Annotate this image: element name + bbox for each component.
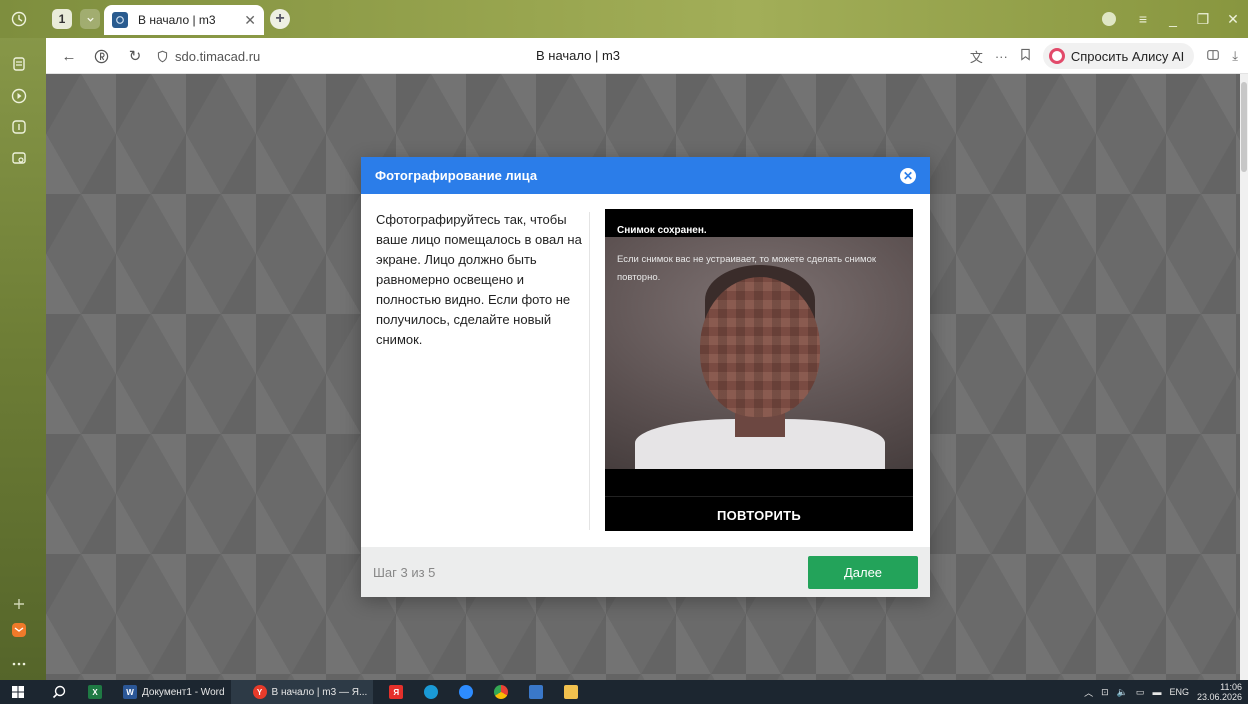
scrollbar-thumb[interactable]: [1241, 82, 1247, 172]
next-button[interactable]: Далее: [808, 555, 918, 589]
restore-icon[interactable]: ❐: [1188, 11, 1218, 28]
more-dots-icon[interactable]: ···: [995, 49, 1008, 64]
ask-alice-label: Спросить Алису AI: [1070, 48, 1185, 64]
clock-time: 11:06: [1220, 682, 1242, 692]
address-bar: ← ↻ sdo.timacad.ru В начало | m3 文 ··· С…: [46, 38, 1248, 74]
browser-tab[interactable]: В начало | m3 ✕: [104, 5, 264, 35]
camera-preview: Снимок сохранен. Если снимок вас не устр…: [605, 209, 913, 531]
chevron-down-icon: [86, 17, 94, 22]
browser-sidebar: [0, 0, 46, 680]
volume-icon[interactable]: 🔈: [1117, 687, 1128, 698]
back-arrow-icon[interactable]: ←: [60, 47, 78, 65]
display-icon[interactable]: ▭: [1136, 687, 1145, 698]
history-icon[interactable]: [9, 9, 29, 29]
tab-bar: 1 В начало | m3 ✕ + ≡ _ ❐ ✕: [0, 0, 1248, 38]
screenshot-icon[interactable]: [9, 148, 29, 168]
yandex-logo-icon[interactable]: [92, 47, 110, 65]
reading-mode-icon[interactable]: [1206, 48, 1220, 65]
tray-network-icon[interactable]: ⊡: [1101, 687, 1109, 698]
divider: [589, 212, 590, 530]
site-favicon-icon: [112, 12, 128, 28]
windows-logo-icon: [12, 686, 24, 698]
tabs-count-icon[interactable]: [9, 117, 29, 137]
pixelated-face: [700, 277, 820, 417]
zoom-taskbar-icon[interactable]: [449, 680, 484, 704]
add-panel-icon[interactable]: [9, 594, 29, 614]
battery-icon[interactable]: ▬: [1152, 687, 1161, 697]
start-button[interactable]: [0, 680, 30, 704]
yandex-browser-icon: Y: [252, 685, 267, 699]
profile-avatar[interactable]: [1102, 12, 1116, 26]
search-icon[interactable]: [30, 680, 72, 704]
mail-app-icon[interactable]: [9, 620, 29, 640]
taskbar: X W Документ1 - Word Y В начало | m3 — Я…: [0, 680, 1248, 704]
tab-counter[interactable]: 1: [52, 9, 72, 29]
step-indicator: Шаг 3 из 5: [373, 564, 436, 580]
tab-close-icon[interactable]: ✕: [244, 12, 256, 29]
page-title: В начало | m3: [536, 48, 621, 63]
browser-label: В начало | m3 — Я...: [271, 686, 368, 698]
dialog-title: Фотографирование лица: [375, 168, 538, 183]
system-tray: ︿ ⊡ 🔈 ▭ ▬ ENG 11:06 23.06.2026: [1084, 680, 1242, 704]
file-explorer-taskbar-icon[interactable]: [554, 680, 589, 704]
url-field[interactable]: sdo.timacad.ru: [156, 45, 260, 67]
dialog-footer: Шаг 3 из 5 Далее: [361, 547, 930, 597]
bookmark-icon[interactable]: [1020, 48, 1031, 64]
minimize-icon[interactable]: _: [1158, 11, 1188, 27]
edge-taskbar-icon[interactable]: [414, 680, 449, 704]
photo-status: Снимок сохранен.: [617, 225, 707, 236]
retake-button[interactable]: ПОВТОРИТЬ: [605, 499, 913, 531]
face-photo-dialog: Фотографирование лица ✕ Сфотографируйтес…: [361, 157, 930, 597]
window-controls: ≡ _ ❐ ✕: [1102, 0, 1248, 38]
collections-icon[interactable]: [9, 54, 29, 74]
word-taskbar-button[interactable]: W Документ1 - Word: [113, 680, 231, 704]
clock[interactable]: 11:06 23.06.2026: [1197, 682, 1242, 702]
reload-icon[interactable]: ↻: [126, 47, 144, 65]
dialog-body: Сфотографируйтесь так, чтобы ваше лицо п…: [361, 194, 930, 547]
url-text: sdo.timacad.ru: [175, 48, 261, 64]
camera-strip: [605, 469, 913, 497]
menu-icon[interactable]: ≡: [1128, 11, 1158, 27]
chrome-taskbar-icon[interactable]: [484, 680, 519, 704]
instructions-text: Сфотографируйтесь так, чтобы ваше лицо п…: [376, 212, 582, 347]
translate-icon[interactable]: 文: [970, 47, 983, 66]
word-icon: W: [123, 685, 137, 699]
browser-taskbar-button[interactable]: Y В начало | m3 — Я...: [230, 680, 374, 704]
alice-icon: [1048, 48, 1065, 64]
new-tab-button[interactable]: +: [270, 9, 290, 29]
download-icon[interactable]: ⤓: [1232, 48, 1238, 64]
shield-icon: [157, 50, 168, 62]
close-window-icon[interactable]: ✕: [1218, 11, 1248, 28]
more-icon[interactable]: [9, 654, 29, 674]
language-indicator[interactable]: ENG: [1169, 687, 1189, 697]
clock-date: 23.06.2026: [1196, 692, 1242, 702]
excel-taskbar-icon[interactable]: X: [72, 680, 113, 704]
tab-title: В начало | m3: [138, 13, 216, 27]
close-icon[interactable]: ✕: [900, 167, 916, 184]
dialog-header: Фотографирование лица ✕: [361, 157, 930, 194]
word-label: Документ1 - Word: [142, 686, 225, 698]
address-bar-actions: 文 ··· Спросить Алису AI ⤓: [970, 43, 1238, 69]
network-app-taskbar-icon[interactable]: [519, 680, 554, 704]
tray-chevron-up-icon[interactable]: ︿: [1084, 686, 1093, 699]
photo-note: Если снимок вас не устраивает, то можете…: [617, 254, 877, 283]
tab-list-dropdown[interactable]: [80, 9, 100, 29]
ask-alice-button[interactable]: Спросить Алису AI: [1042, 43, 1195, 69]
yandex-taskbar-icon[interactable]: Я: [373, 680, 414, 704]
play-icon[interactable]: [9, 86, 29, 106]
